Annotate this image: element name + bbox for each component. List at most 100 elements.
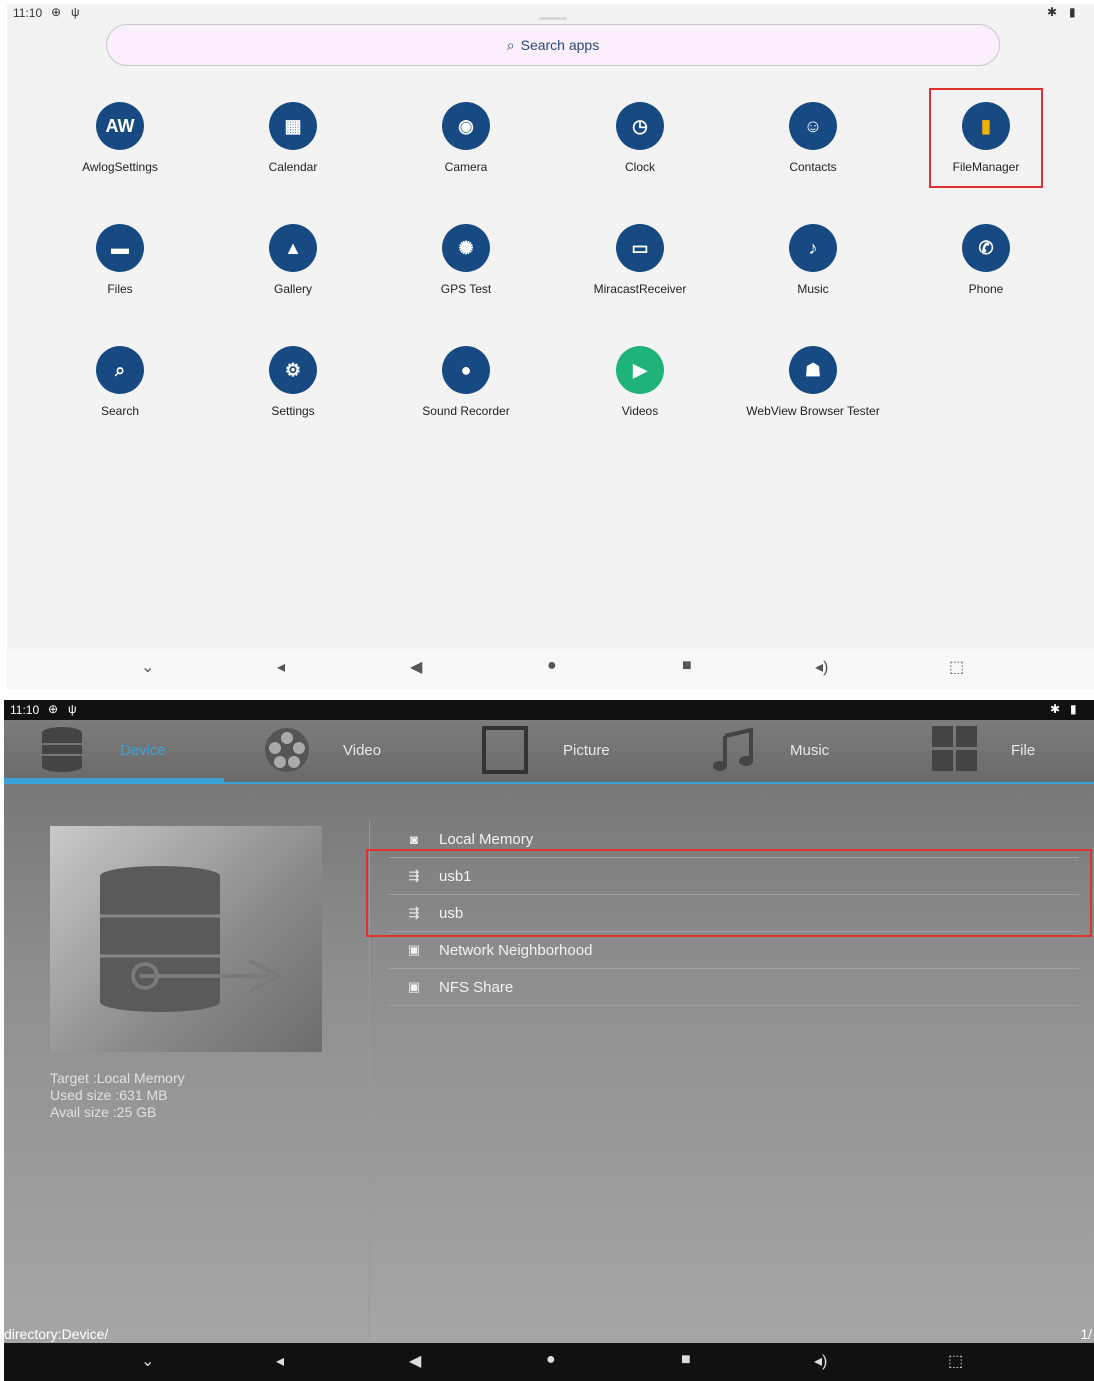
app-label: Clock xyxy=(624,160,655,174)
device-preview-panel xyxy=(50,826,322,1052)
app-label: MiracastReceiver xyxy=(593,282,687,296)
collapse-icon[interactable]: ⌄ xyxy=(141,1351,154,1371)
battery-icon: ▮ xyxy=(1069,5,1076,19)
music-icon: ♪ xyxy=(789,224,837,272)
mic-icon: ● xyxy=(442,346,490,394)
app-label: Sound Recorder xyxy=(422,404,510,418)
tab-device[interactable]: Device xyxy=(4,720,224,782)
device-list-label: NFS Share xyxy=(439,978,514,996)
status-bar: 11:10 ⊕ ψ ✱ ▮ xyxy=(4,700,1094,720)
search-app-icon: ⌕ xyxy=(96,346,144,394)
back-icon[interactable]: ◀ xyxy=(410,657,422,677)
search-apps-bar[interactable]: ⌕ Search apps xyxy=(106,24,1000,66)
search-placeholder: Search apps xyxy=(520,37,600,53)
tab-picture[interactable]: Picture xyxy=(454,720,674,782)
directory-path: directory:Device/ xyxy=(4,1326,109,1342)
search-icon: ⌕ xyxy=(506,36,515,53)
volume-down-icon[interactable]: ◂ xyxy=(276,1351,284,1371)
app-mic[interactable]: ● Sound Recorder xyxy=(386,346,546,418)
target-text: Target :Local Memory xyxy=(50,1070,185,1086)
tab-video-label: Video xyxy=(343,742,382,759)
file-manager-screen: 11:10 ⊕ ψ ✱ ▮ Device Video Picture Music… xyxy=(4,700,1094,1381)
app-files[interactable]: ▬ Files xyxy=(40,224,200,296)
usb-debug-icon: ψ xyxy=(68,702,77,716)
app-label: WebView Browser Tester xyxy=(746,404,880,418)
device-list-label: Network Neighborhood xyxy=(439,941,593,959)
app-label: Calendar xyxy=(268,160,318,174)
app-label: Files xyxy=(107,282,133,296)
app-gps[interactable]: ✺ GPS Test xyxy=(386,224,546,296)
bluetooth-icon: ✱ xyxy=(1050,702,1061,716)
memory-icon: ◙ xyxy=(410,831,418,847)
android-icon: ☗ xyxy=(789,346,837,394)
app-label: Phone xyxy=(968,282,1004,296)
bluetooth-icon: ✱ xyxy=(1047,5,1058,19)
usb-debug-icon: ψ xyxy=(71,5,80,19)
vpn-icon: ⊕ xyxy=(51,5,62,19)
usb-storage-icon xyxy=(100,866,285,1012)
drawer-handle[interactable] xyxy=(539,17,567,20)
app-clock[interactable]: ◷ Clock xyxy=(560,102,720,174)
tab-file[interactable]: File xyxy=(904,720,1094,782)
device-list-label: Local Memory xyxy=(439,830,534,848)
app-music[interactable]: ♪ Music xyxy=(733,224,893,296)
app-miracast[interactable]: ▭ MiracastReceiver xyxy=(560,224,720,296)
back-icon[interactable]: ◀ xyxy=(409,1351,421,1371)
app-label: Settings xyxy=(271,404,315,418)
collapse-icon[interactable]: ⌄ xyxy=(141,657,154,677)
contacts-icon: ☺ xyxy=(789,102,837,150)
picture-frame-icon xyxy=(482,726,528,774)
battery-icon: ▮ xyxy=(1070,702,1077,716)
music-note-icon xyxy=(713,727,753,771)
app-label: Videos xyxy=(621,404,659,418)
app-camera[interactable]: ◉ Camera xyxy=(386,102,546,174)
category-tabs: Device Video Picture Music File xyxy=(4,720,1094,784)
app-android[interactable]: ☗ WebView Browser Tester xyxy=(733,346,893,418)
used-size-text: Used size :631 MB xyxy=(50,1087,168,1103)
recents-icon[interactable]: ■ xyxy=(682,657,692,675)
camera-icon: ◉ xyxy=(442,102,490,150)
gps-icon: ✺ xyxy=(442,224,490,272)
app-search-app[interactable]: ⌕ Search xyxy=(40,346,200,418)
screenshot-icon[interactable]: ⬚ xyxy=(948,1351,963,1371)
settings-icon: ⚙ xyxy=(269,346,317,394)
app-awlog[interactable]: AW AwlogSettings xyxy=(40,102,200,174)
files-icon: ▬ xyxy=(96,224,144,272)
clock-icon: ◷ xyxy=(616,102,664,150)
app-gallery[interactable]: ▲ Gallery xyxy=(213,224,373,296)
app-contacts[interactable]: ☺ Contacts xyxy=(733,102,893,174)
app-label: Search xyxy=(100,404,140,418)
tab-music[interactable]: Music xyxy=(679,720,899,782)
app-drawer-screen: 11:10 ⊕ ψ ✱ ▮ ⌕ Search apps AW AwlogSetti… xyxy=(7,4,1094,689)
status-time: 11:10 xyxy=(13,6,43,20)
app-phone[interactable]: ✆ Phone xyxy=(906,224,1066,296)
navigation-bar: ⌄ ◂ ◀ ● ■ ◂) ⬚ xyxy=(4,1343,1094,1381)
home-icon[interactable]: ● xyxy=(546,1351,556,1369)
volume-down-icon[interactable]: ◂ xyxy=(277,657,285,677)
phone-icon: ✆ xyxy=(962,224,1010,272)
app-settings[interactable]: ⚙ Settings xyxy=(213,346,373,418)
volume-up-icon[interactable]: ◂) xyxy=(814,1351,827,1371)
database-icon xyxy=(42,727,82,772)
tab-video[interactable]: Video xyxy=(229,720,449,782)
usb-highlight-box xyxy=(366,849,1092,937)
network-icon: ▣ xyxy=(407,942,421,957)
app-calendar[interactable]: ▦ Calendar xyxy=(213,102,373,174)
home-icon[interactable]: ● xyxy=(547,657,557,675)
volume-up-icon[interactable]: ◂) xyxy=(815,657,828,677)
awlog-icon: AW xyxy=(96,102,144,150)
device-list-item[interactable]: ▣ Network Neighborhood xyxy=(389,932,1079,969)
navigation-bar: ⌄ ◂ ◀ ● ■ ◂) ⬚ xyxy=(7,649,1094,689)
page-indicator: 1/ xyxy=(1080,1326,1092,1342)
tab-file-label: File xyxy=(1011,742,1036,759)
avail-size-text: Avail size :25 GB xyxy=(50,1104,157,1120)
recents-icon[interactable]: ■ xyxy=(681,1351,691,1369)
miracast-icon: ▭ xyxy=(616,224,664,272)
screenshot-icon[interactable]: ⬚ xyxy=(949,657,964,677)
film-reel-icon xyxy=(265,728,309,772)
app-videos[interactable]: ▶ Videos xyxy=(560,346,720,418)
app-label: Camera xyxy=(444,160,488,174)
app-label: AwlogSettings xyxy=(82,160,158,174)
device-list-item[interactable]: ▣ NFS Share xyxy=(389,969,1079,1006)
app-label: Music xyxy=(797,282,829,296)
